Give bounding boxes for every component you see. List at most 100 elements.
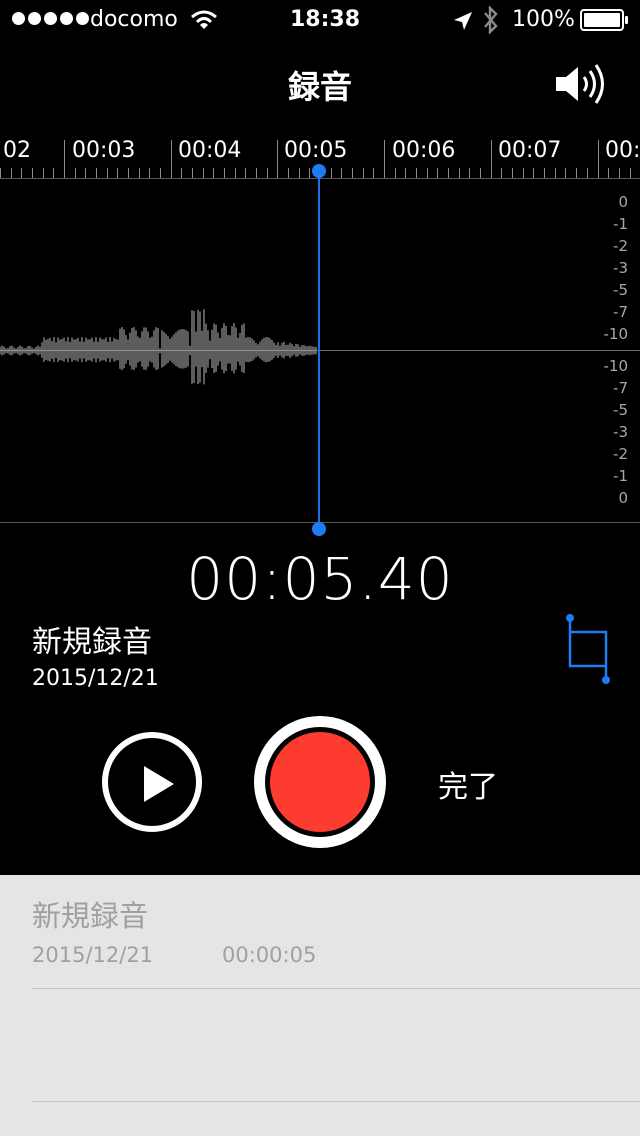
ruler-label: 00:06	[392, 138, 456, 163]
ruler-tick	[459, 168, 460, 178]
playhead-top-handle[interactable]	[312, 164, 326, 178]
waveform-area[interactable]: 0 -1 -2 -3 -5 -7 -10 -10 -7 -5 -3 -2 -1 …	[0, 178, 640, 523]
ruler-tick	[11, 168, 12, 178]
ruler-label: 02	[3, 138, 31, 163]
ruler-tick	[139, 168, 140, 178]
ruler-tick	[576, 168, 577, 178]
ruler-tick	[277, 140, 278, 178]
ruler-tick	[373, 168, 374, 178]
db-label: -7	[613, 379, 628, 397]
ruler-tick	[53, 168, 54, 178]
ruler-tick	[491, 140, 492, 178]
ruler-tick	[395, 168, 396, 178]
ruler-tick	[288, 168, 289, 178]
db-label: 0	[618, 193, 628, 211]
ruler-tick	[512, 168, 513, 178]
ruler-label: 00:07	[498, 138, 562, 163]
list-item[interactable]: 新規録音 2015/12/21 00:00:05	[0, 875, 640, 988]
battery-percent: 100%	[512, 7, 575, 32]
ruler-tick	[619, 168, 620, 178]
ruler-tick	[384, 140, 385, 178]
ruler-tick	[469, 168, 470, 178]
page-title: 録音	[287, 68, 352, 106]
ruler-tick	[448, 168, 449, 178]
play-icon	[144, 766, 174, 802]
done-button[interactable]: 完了	[438, 762, 498, 806]
ruler-tick	[565, 168, 566, 178]
ruler-tick	[309, 168, 310, 178]
ruler-tick	[427, 168, 428, 178]
trim-icon[interactable]	[560, 612, 616, 688]
list-separator	[32, 1101, 640, 1102]
ruler-tick	[533, 168, 534, 178]
ruler-tick	[363, 168, 364, 178]
speaker-icon[interactable]	[554, 62, 610, 106]
ruler-tick	[331, 168, 332, 178]
ruler-label: 00:05	[284, 138, 348, 163]
ruler-tick	[405, 168, 406, 178]
signal-dots-icon	[12, 12, 89, 25]
ruler-tick	[149, 168, 150, 178]
ruler-tick	[630, 168, 631, 178]
status-bar: docomo 18:38 100%	[0, 0, 640, 40]
ruler-tick	[224, 168, 225, 178]
db-label: -2	[613, 445, 628, 463]
ruler-tick	[299, 168, 300, 178]
ruler-tick	[160, 168, 161, 178]
db-label: -10	[603, 325, 629, 343]
ruler-label: 00:04	[178, 138, 242, 163]
ruler-tick	[555, 168, 556, 178]
ruler-tick	[544, 168, 545, 178]
ruler-tick	[587, 168, 588, 178]
ruler-tick	[128, 168, 129, 178]
record-button-ring	[265, 727, 375, 837]
list-separator	[32, 988, 640, 989]
db-label: -10	[603, 357, 629, 375]
db-label: -3	[613, 259, 628, 277]
ruler-tick	[85, 168, 86, 178]
record-icon	[270, 732, 370, 832]
recording-date: 2015/12/21	[32, 666, 159, 691]
ruler-tick	[75, 168, 76, 178]
location-arrow-icon	[454, 12, 472, 30]
ruler-tick	[107, 168, 108, 178]
db-label: -1	[613, 215, 628, 233]
ruler-tick	[341, 168, 342, 178]
ruler-tick	[598, 140, 599, 178]
ruler-tick	[171, 140, 172, 178]
ruler-tick	[352, 168, 353, 178]
db-label: -7	[613, 303, 628, 321]
list-item-date: 2015/12/21	[32, 943, 154, 967]
recording-name[interactable]: 新規録音	[32, 617, 152, 661]
ruler-tick	[235, 168, 236, 178]
ruler-tick	[203, 168, 204, 178]
wifi-icon	[191, 10, 217, 29]
bluetooth-icon	[484, 6, 498, 34]
db-label: -2	[613, 237, 628, 255]
record-button[interactable]	[254, 716, 386, 848]
ruler-tick	[192, 168, 193, 178]
db-label: 0	[618, 489, 628, 507]
ruler-tick	[21, 168, 22, 178]
ruler-tick	[245, 168, 246, 178]
ruler-tick	[64, 140, 65, 178]
waveform	[0, 309, 317, 385]
ruler-tick	[96, 168, 97, 178]
carrier-label: docomo	[90, 7, 178, 32]
ruler-tick	[437, 168, 438, 178]
list-item-duration: 00:00:05	[222, 943, 317, 967]
recordings-list: 新規録音 2015/12/21 00:00:05	[0, 875, 640, 1136]
ruler-tick	[181, 168, 182, 178]
list-item-title: 新規録音	[32, 899, 149, 933]
ruler-tick	[480, 168, 481, 178]
ruler-label: 00:	[605, 138, 640, 163]
ruler-tick	[213, 168, 214, 178]
db-label: -1	[613, 467, 628, 485]
playhead-bottom-handle[interactable]	[312, 522, 326, 536]
ruler-tick	[0, 168, 1, 178]
db-label: -5	[613, 281, 628, 299]
play-button[interactable]	[102, 732, 202, 832]
db-label: -5	[613, 401, 628, 419]
playhead[interactable]	[318, 171, 320, 529]
ruler-label: 00:03	[72, 138, 136, 163]
